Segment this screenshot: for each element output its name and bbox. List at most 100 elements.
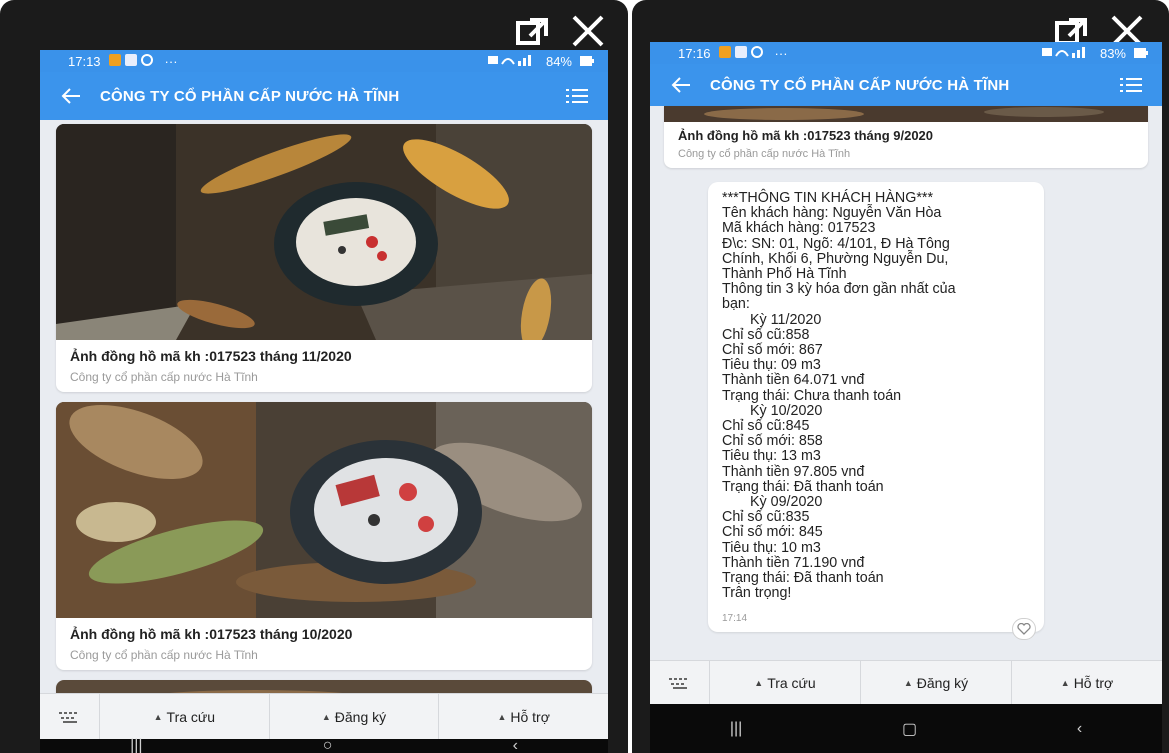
message-line: Trạng thái: Đã thanh toán (722, 478, 884, 495)
card-caption: Ảnh đồng hồ mã kh :017523 tháng 11/2020 (70, 348, 352, 364)
message-line: ***THÔNG TIN KHÁCH HÀNG*** (722, 190, 934, 206)
message-line: Thông tin 3 kỳ hóa đơn gần nhất của (722, 281, 956, 298)
menu-ho-tro-button[interactable]: ▲ Hỗ trợ (439, 694, 608, 739)
keyboard-icon[interactable] (40, 694, 100, 739)
menu-label: Đăng ký (916, 674, 969, 691)
message-line: Tiêu thụ: 13 m3 (722, 448, 821, 465)
message-line: Kỳ 09/2020 (750, 494, 823, 511)
menu-ho-tro-button[interactable]: ▲ Hỗ trợ (1012, 661, 1162, 704)
home-icon[interactable]: ▢ (902, 719, 917, 739)
phone-screen: 17:13 ··· 84% CÔNG TY CỔ PHẦN CẤP NƯỚC H… (40, 50, 608, 753)
message-time: 17:14 (722, 613, 748, 625)
window-controls (512, 14, 608, 48)
back-icon[interactable]: ‹ (1077, 720, 1082, 738)
battery-percent: 83% (1099, 45, 1126, 61)
open-external-icon[interactable] (512, 14, 552, 48)
bottom-menu: ▲ Tra cứu ▲ Đăng ký ▲ Hỗ trợ (40, 693, 608, 739)
recents-icon[interactable]: ||| (130, 737, 142, 753)
message-line: Chỉ số cũ:835 (722, 509, 810, 526)
message-line: Chỉ số mới: 858 (722, 433, 823, 450)
battery-percent: 84% (545, 53, 572, 69)
app-title: CÔNG TY CỔ PHẦN CẤP NƯỚC HÀ TĨNH (710, 76, 1010, 94)
phone-screen: 17:16 ··· 83% CÔNG TY CỔ PHẦN CẤP NƯỚC H… (650, 42, 1162, 753)
message-line: Mã khách hàng: 017523 (722, 220, 876, 237)
caret-up-icon: ▲ (153, 711, 163, 722)
message-line: Tiêu thụ: 10 m3 (722, 539, 821, 556)
status-bar: 17:13 ··· 84% (40, 50, 608, 72)
menu-tra-cuu-button[interactable]: ▲ Tra cứu (100, 694, 270, 739)
back-icon[interactable]: ‹ (513, 737, 518, 753)
back-arrow-icon[interactable] (670, 74, 692, 96)
caret-up-icon: ▲ (903, 677, 913, 688)
water-meter-photo[interactable] (56, 402, 592, 618)
screenshot-right: 17:16 ··· 83% CÔNG TY CỔ PHẦN CẤP NƯỚC H… (632, 0, 1169, 753)
message-body: ***THÔNG TIN KHÁCH HÀNG*** Tên khách hàng… (722, 190, 1034, 602)
message-line: Trạng thái: Đã thanh toán (722, 570, 884, 587)
message-line: Chỉ số cũ:845 (722, 418, 810, 435)
message-line: Trân trọng! (722, 585, 792, 602)
menu-label: Tra cứu (767, 674, 816, 691)
message-line: Kỳ 11/2020 (750, 311, 822, 328)
notification-icons (108, 53, 157, 69)
message-line: Kỳ 10/2020 (750, 402, 823, 419)
caret-up-icon: ▲ (321, 711, 331, 722)
message-line: Trạng thái: Chưa thanh toán (722, 387, 902, 404)
photo-card[interactable]: Ảnh đồng hồ mã kh :017523 tháng 9/2020 C… (664, 106, 1148, 168)
message-line: Chỉ số cũ:858 (722, 326, 810, 343)
android-nav-bar: ||| ○ ‹ (40, 737, 608, 753)
app-title: CÔNG TY CỔ PHẦN CẤP NƯỚC HÀ TĨNH (100, 87, 400, 105)
home-icon[interactable]: ○ (323, 737, 333, 753)
water-meter-photo[interactable] (664, 106, 1148, 122)
screenshot-left: 17:13 ··· 84% CÔNG TY CỔ PHẦN CẤP NƯỚC H… (0, 0, 628, 753)
status-more: ··· (164, 53, 178, 69)
customer-info-message: ***THÔNG TIN KHÁCH HÀNG*** Tên khách hàng… (708, 182, 1044, 640)
back-arrow-icon[interactable] (60, 85, 82, 107)
message-line: Thành tiền 71.190 vnđ (722, 554, 865, 571)
caret-up-icon: ▲ (1060, 677, 1070, 688)
keyboard-icon[interactable] (650, 661, 710, 704)
menu-dang-ky-button[interactable]: ▲ Đăng ký (270, 694, 440, 739)
caret-up-icon: ▲ (754, 677, 764, 688)
app-bar: CÔNG TY CỔ PHẦN CẤP NƯỚC HÀ TĨNH (650, 64, 1162, 106)
app-bar: CÔNG TY CỔ PHẦN CẤP NƯỚC HÀ TĨNH (40, 72, 608, 120)
status-time: 17:13 (68, 53, 101, 69)
menu-label: Tra cứu (166, 708, 216, 725)
water-meter-photo[interactable] (56, 124, 592, 340)
battery-icon (580, 54, 594, 69)
card-caption: Ảnh đồng hồ mã kh :017523 tháng 9/2020 (678, 128, 934, 143)
photo-card[interactable]: Ảnh đồng hồ mã kh :017523 tháng 11/2020 … (56, 124, 592, 392)
menu-label: Đăng ký (334, 708, 387, 725)
status-time: 17:16 (678, 45, 711, 61)
menu-tra-cuu-button[interactable]: ▲ Tra cứu (710, 661, 861, 704)
status-more: ··· (774, 45, 788, 61)
card-source: Công ty cổ phần cấp nước Hà Tĩnh (70, 370, 258, 384)
menu-list-icon[interactable] (566, 86, 588, 106)
card-caption: Ảnh đồng hồ mã kh :017523 tháng 10/2020 (70, 626, 353, 642)
notification-icons (718, 45, 767, 61)
bottom-menu: ▲ Tra cứu ▲ Đăng ký ▲ Hỗ trợ (650, 660, 1162, 704)
message-line: Thành tiền 97.805 vnđ (722, 463, 865, 480)
card-source: Công ty cổ phần cấp nước Hà Tĩnh (70, 648, 258, 662)
menu-label: Hỗ trợ (1073, 674, 1114, 691)
heart-react-icon[interactable] (1012, 618, 1036, 640)
photo-card[interactable]: Ảnh đồng hồ mã kh :017523 tháng 10/2020 … (56, 402, 592, 670)
message-line: Tiêu thụ: 09 m3 (722, 357, 821, 374)
signal-icon (487, 54, 538, 69)
recents-icon[interactable]: ||| (730, 720, 742, 738)
status-bar: 17:16 ··· 83% (650, 42, 1162, 64)
caret-up-icon: ▲ (497, 711, 507, 722)
message-line: Thành tiền 64.071 vnđ (722, 372, 865, 389)
close-icon[interactable] (568, 14, 608, 48)
signal-icon (1041, 46, 1092, 61)
message-line: Đ\c: SN: 01, Ngõ: 4/101, Đ Hà Tông (722, 235, 950, 252)
menu-dang-ky-button[interactable]: ▲ Đăng ký (861, 661, 1012, 704)
message-line: Thành Phố Hà Tĩnh (722, 266, 847, 283)
menu-list-icon[interactable] (1120, 75, 1142, 95)
message-line: bạn: (722, 296, 750, 313)
android-nav-bar: ||| ▢ ‹ (650, 704, 1162, 753)
message-line: Chính, Khối 6, Phường Nguyễn Du, (722, 250, 949, 267)
message-line: Chỉ số mới: 845 (722, 524, 823, 541)
message-line: Tên khách hàng: Nguyễn Văn Hòa (722, 205, 942, 222)
card-source: Công ty cổ phần cấp nước Hà Tĩnh (678, 148, 851, 160)
menu-label: Hỗ trợ (510, 708, 550, 725)
